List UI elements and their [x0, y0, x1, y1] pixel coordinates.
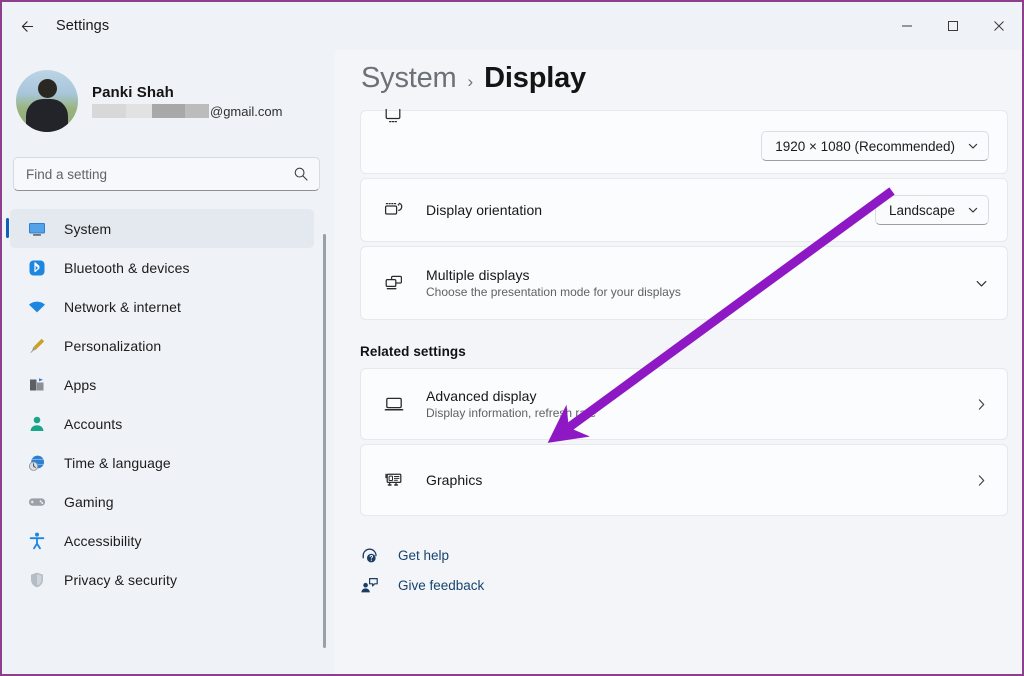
setting-card-multiple-displays[interactable]: Multiple displays Choose the presentatio…: [360, 246, 1008, 320]
resolution-combobox[interactable]: 1920 × 1080 (Recommended): [761, 131, 989, 161]
sidebar-scrollbar[interactable]: [323, 234, 326, 648]
sidebar-item-accessibility[interactable]: Accessibility: [10, 521, 314, 560]
redaction-block: [152, 104, 185, 118]
account-email: @gmail.com: [92, 104, 282, 119]
sidebar-item-accounts[interactable]: Accounts: [10, 404, 314, 443]
avatar: [16, 70, 78, 132]
sidebar-item-label: System: [64, 221, 111, 237]
sidebar-item-label: Gaming: [64, 494, 114, 510]
sidebar-item-gaming[interactable]: Gaming: [10, 482, 314, 521]
sidebar-item-network-internet[interactable]: Network & internet: [10, 287, 314, 326]
redaction-block: [126, 104, 152, 118]
resolution-value: 1920 × 1080 (Recommended): [775, 139, 955, 154]
footer-link-label: Give feedback: [398, 578, 484, 593]
setting-card-display-resolution[interactable]: 1920 × 1080 (Recommended): [360, 110, 1008, 174]
related-settings-heading: Related settings: [360, 344, 1024, 359]
related-card-advanced-display[interactable]: Advanced display Display information, re…: [360, 368, 1008, 440]
page-title: Display: [484, 62, 586, 95]
main-content: System › Display 1920 × 1080 (Recommende…: [334, 50, 1024, 676]
chevron-right-icon[interactable]: [964, 473, 989, 488]
sidebar-item-label: Apps: [64, 377, 96, 393]
help-headset-icon: [360, 546, 386, 565]
related-card-description: Display information, refresh rate: [426, 406, 964, 420]
chevron-right-icon[interactable]: [964, 397, 989, 412]
search-box[interactable]: [13, 157, 320, 191]
clock-globe-icon: [26, 452, 48, 474]
app-title: Settings: [56, 18, 109, 34]
sidebar-item-label: Bluetooth & devices: [64, 260, 190, 276]
search-input[interactable]: [26, 167, 293, 182]
redaction-block: [92, 104, 126, 118]
feedback-person-icon: [360, 576, 386, 595]
chevron-down-icon: [967, 204, 979, 216]
breadcrumb: System › Display: [361, 62, 1024, 95]
sidebar: Panki Shah @gmail.com: [2, 50, 334, 676]
sidebar-item-label: Time & language: [64, 455, 171, 471]
title-bar: Settings: [2, 2, 1022, 50]
person-icon: [26, 413, 48, 435]
sidebar-item-label: Accounts: [64, 416, 122, 432]
graphics-card-icon: [383, 469, 411, 491]
sidebar-nav: System Bluetooth & devices Network: [2, 209, 334, 599]
sidebar-item-time-language[interactable]: Time & language: [10, 443, 314, 482]
sidebar-item-system[interactable]: System: [10, 209, 314, 248]
sidebar-item-bluetooth-devices[interactable]: Bluetooth & devices: [10, 248, 314, 287]
sidebar-item-personalization[interactable]: Personalization: [10, 326, 314, 365]
setting-card-label: Multiple displays: [426, 267, 964, 283]
footer-link-label: Get help: [398, 548, 449, 563]
get-help-link[interactable]: Get help: [360, 540, 1024, 570]
footer-links: Get help Give feedback: [334, 540, 1024, 600]
gamepad-icon: [26, 491, 48, 513]
paintbrush-icon: [26, 335, 48, 357]
breadcrumb-parent[interactable]: System: [361, 62, 457, 95]
redaction-block: [185, 104, 209, 118]
sidebar-item-label: Network & internet: [64, 299, 181, 315]
orientation-combobox[interactable]: Landscape: [875, 195, 989, 225]
related-card-label: Graphics: [426, 472, 964, 488]
setting-card-label: Display orientation: [426, 202, 875, 218]
multiple-displays-icon: [383, 272, 411, 294]
close-button[interactable]: [976, 2, 1022, 50]
sidebar-item-privacy-security[interactable]: Privacy & security: [10, 560, 314, 599]
monitor-icon: [26, 218, 48, 240]
back-button[interactable]: [10, 9, 44, 43]
related-card-text: Advanced display Display information, re…: [426, 388, 964, 420]
orientation-value: Landscape: [889, 203, 955, 218]
window-controls: [884, 2, 1022, 50]
sidebar-item-label: Accessibility: [64, 533, 142, 549]
laptop-display-icon: [383, 393, 411, 415]
setting-card-description: Choose the presentation mode for your di…: [426, 285, 964, 299]
chevron-down-icon: [967, 140, 979, 152]
related-card-label: Advanced display: [426, 388, 964, 404]
accessibility-icon: [26, 530, 48, 552]
account-email-domain: @gmail.com: [210, 104, 282, 119]
rotate-display-icon: [383, 199, 411, 221]
search-icon: [293, 166, 309, 182]
settings-scroll-area: 1920 × 1080 (Recommended): [334, 110, 1024, 676]
sidebar-item-label: Privacy & security: [64, 572, 177, 588]
give-feedback-link[interactable]: Give feedback: [360, 570, 1024, 600]
minimize-button[interactable]: [884, 2, 930, 50]
bluetooth-icon: [26, 257, 48, 279]
apps-icon: [26, 374, 48, 396]
setting-card-display-orientation[interactable]: Display orientation Landscape: [360, 178, 1008, 242]
account-text: Panki Shah @gmail.com: [92, 84, 282, 119]
wifi-icon: [26, 296, 48, 318]
sidebar-item-apps[interactable]: Apps: [10, 365, 314, 404]
account-name: Panki Shah: [92, 84, 282, 101]
maximize-button[interactable]: [930, 2, 976, 50]
account-block[interactable]: Panki Shah @gmail.com: [16, 70, 334, 132]
related-card-graphics[interactable]: Graphics: [360, 444, 1008, 516]
display-resolution-icon: [383, 105, 411, 127]
settings-window: Settings Panki Shah: [0, 0, 1024, 676]
sidebar-item-label: Personalization: [64, 338, 161, 354]
chevron-down-icon[interactable]: [964, 276, 989, 291]
shield-icon: [26, 569, 48, 591]
chevron-right-icon: ›: [468, 72, 474, 92]
setting-card-text: Multiple displays Choose the presentatio…: [426, 267, 964, 299]
